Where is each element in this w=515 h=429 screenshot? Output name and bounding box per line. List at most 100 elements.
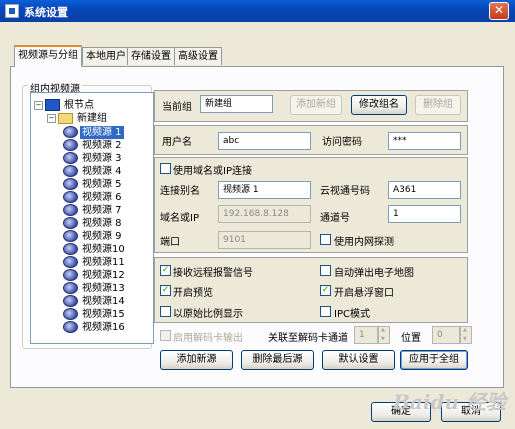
tree-source-label: 视频源 2 (82, 140, 122, 151)
tree-root[interactable]: − 根节点 (34, 99, 96, 112)
camera-icon (63, 152, 78, 164)
tree-source-label: 视频源 8 (82, 218, 122, 229)
lan-probe-label: 使用内网探测 (334, 237, 394, 248)
channel-label: 通道号 (320, 213, 350, 224)
domain-input[interactable]: 192.168.8.128 (218, 205, 311, 223)
default-settings-button[interactable]: 默认设置 (322, 350, 395, 370)
ratio-label: 以原始比例显示 (173, 309, 243, 320)
preview-label: 开启预览 (173, 288, 213, 299)
camera-icon (63, 178, 78, 190)
username-label: 用户名 (162, 137, 192, 148)
tree-source-item[interactable]: 视频源15 (63, 308, 127, 321)
tab-storage[interactable]: 存储设置 (127, 47, 175, 65)
cloud-label: 云视通号码 (320, 186, 370, 197)
position-spinner[interactable] (460, 326, 472, 344)
camera-icon (63, 126, 78, 138)
rename-group-button[interactable]: 修改组名 (351, 95, 407, 115)
camera-icon (63, 282, 78, 294)
password-input[interactable]: *** (388, 132, 461, 150)
tree-source-item[interactable]: 视频源 4 (63, 165, 124, 178)
decode-channel-label: 关联至解码卡通道 (268, 333, 348, 344)
camera-icon (63, 165, 78, 177)
channel-input[interactable]: 1 (388, 205, 461, 223)
tree-source-label: 视频源13 (82, 283, 125, 294)
add-group-button[interactable]: 添加新组 (290, 95, 342, 115)
collapse-icon[interactable]: − (34, 100, 43, 110)
tree-source-label: 视频源16 (82, 322, 125, 333)
tab-local-users[interactable]: 本地用户 (82, 47, 130, 65)
decode-enable-checkbox[interactable] (160, 330, 171, 341)
tree-source-item[interactable]: 视频源10 (63, 243, 127, 256)
tree-source-item[interactable]: 视频源12 (63, 269, 127, 282)
current-group-input[interactable]: 新建组 (200, 95, 273, 113)
tree-source-item[interactable]: 视频源 7 (63, 204, 124, 217)
ipc-mode-label: IPC模式 (334, 309, 370, 320)
tree-source-label: 视频源15 (82, 309, 125, 320)
tree-source-label: 视频源 5 (82, 179, 122, 190)
position-label: 位置 (401, 333, 421, 344)
domain-label: 域名或IP (160, 213, 199, 224)
tree-group[interactable]: − 新建组 (47, 112, 109, 125)
camera-icon (63, 243, 78, 255)
alarm-checkbox[interactable]: ✓ (160, 265, 171, 276)
lan-probe-checkbox[interactable] (320, 234, 331, 245)
tree-source-label: 视频源10 (82, 244, 125, 255)
tree-source-label: 视频源 7 (82, 205, 122, 216)
cloud-input[interactable]: A361 (388, 181, 461, 199)
decode-channel-spinner[interactable] (378, 326, 390, 344)
camera-icon (63, 269, 78, 281)
watermark: Baidu 经验 (393, 390, 506, 414)
tree-source-item[interactable]: 视频源 3 (63, 152, 124, 165)
port-label: 端口 (160, 237, 180, 248)
root-icon (45, 99, 60, 111)
camera-icon (63, 139, 78, 151)
tab-advanced[interactable]: 高级设置 (174, 47, 222, 65)
title-bar (0, 0, 515, 22)
tree-source-item[interactable]: 视频源 1 (63, 126, 124, 139)
preview-checkbox[interactable]: ✓ (160, 285, 171, 296)
camera-icon (63, 191, 78, 203)
delete-last-source-button[interactable]: 删除最后源 (241, 350, 314, 370)
camera-icon (63, 217, 78, 229)
username-input[interactable]: abc (218, 132, 311, 150)
apply-to-group-button[interactable]: 应用于全组 (400, 350, 468, 370)
tree-source-item[interactable]: 视频源 6 (63, 191, 124, 204)
port-input[interactable]: 9101 (218, 231, 311, 249)
tree-source-label: 视频源 6 (82, 192, 122, 203)
tree-source-item[interactable]: 视频源 9 (63, 230, 124, 243)
alarm-label: 接收远程报警信号 (173, 268, 253, 279)
float-window-label: 开启悬浮窗口 (334, 288, 394, 299)
folder-icon (58, 112, 73, 124)
alias-input[interactable]: 视频源 1 (218, 181, 311, 199)
tree-source-item[interactable]: 视频源11 (63, 256, 127, 269)
position-input[interactable]: 0 (432, 326, 460, 344)
delete-group-button[interactable]: 删除组 (415, 95, 461, 115)
collapse-icon[interactable]: − (47, 113, 56, 123)
app-icon (5, 4, 19, 18)
tree-source-label: 视频源 9 (82, 231, 122, 242)
tree-source-label: 视频源14 (82, 296, 125, 307)
emap-checkbox[interactable] (320, 265, 331, 276)
tree-source-item[interactable]: 视频源14 (63, 295, 127, 308)
ipc-mode-checkbox[interactable] (320, 306, 331, 317)
camera-icon (63, 295, 78, 307)
camera-icon (63, 204, 78, 216)
tree-source-item[interactable]: 视频源13 (63, 282, 127, 295)
tree-source-label: 视频源 4 (82, 166, 122, 177)
tree-source-label: 视频源11 (82, 257, 125, 268)
add-source-button[interactable]: 添加新源 (160, 350, 233, 370)
ratio-checkbox[interactable] (160, 306, 171, 317)
source-tree[interactable]: − 根节点 − 新建组 视频源 1 视频源 2 视频源 3 视频源 4 视频源 5 视频源 6… (30, 92, 154, 344)
tree-source-item[interactable]: 视频源16 (63, 321, 127, 334)
tree-source-item[interactable]: 视频源 5 (63, 178, 124, 191)
tree-source-label: 视频源 3 (82, 153, 122, 164)
decode-channel-input[interactable]: 1 (354, 326, 378, 344)
tree-source-item[interactable]: 视频源 2 (63, 139, 124, 152)
float-window-checkbox[interactable]: ✓ (320, 285, 331, 296)
close-button[interactable]: ✕ (489, 2, 509, 20)
tree-source-item[interactable]: 视频源 8 (63, 217, 124, 230)
use-domain-checkbox[interactable] (160, 163, 171, 174)
camera-icon (63, 308, 78, 320)
tab-video-sources[interactable]: 视频源与分组 (14, 45, 82, 67)
camera-icon (63, 321, 78, 333)
